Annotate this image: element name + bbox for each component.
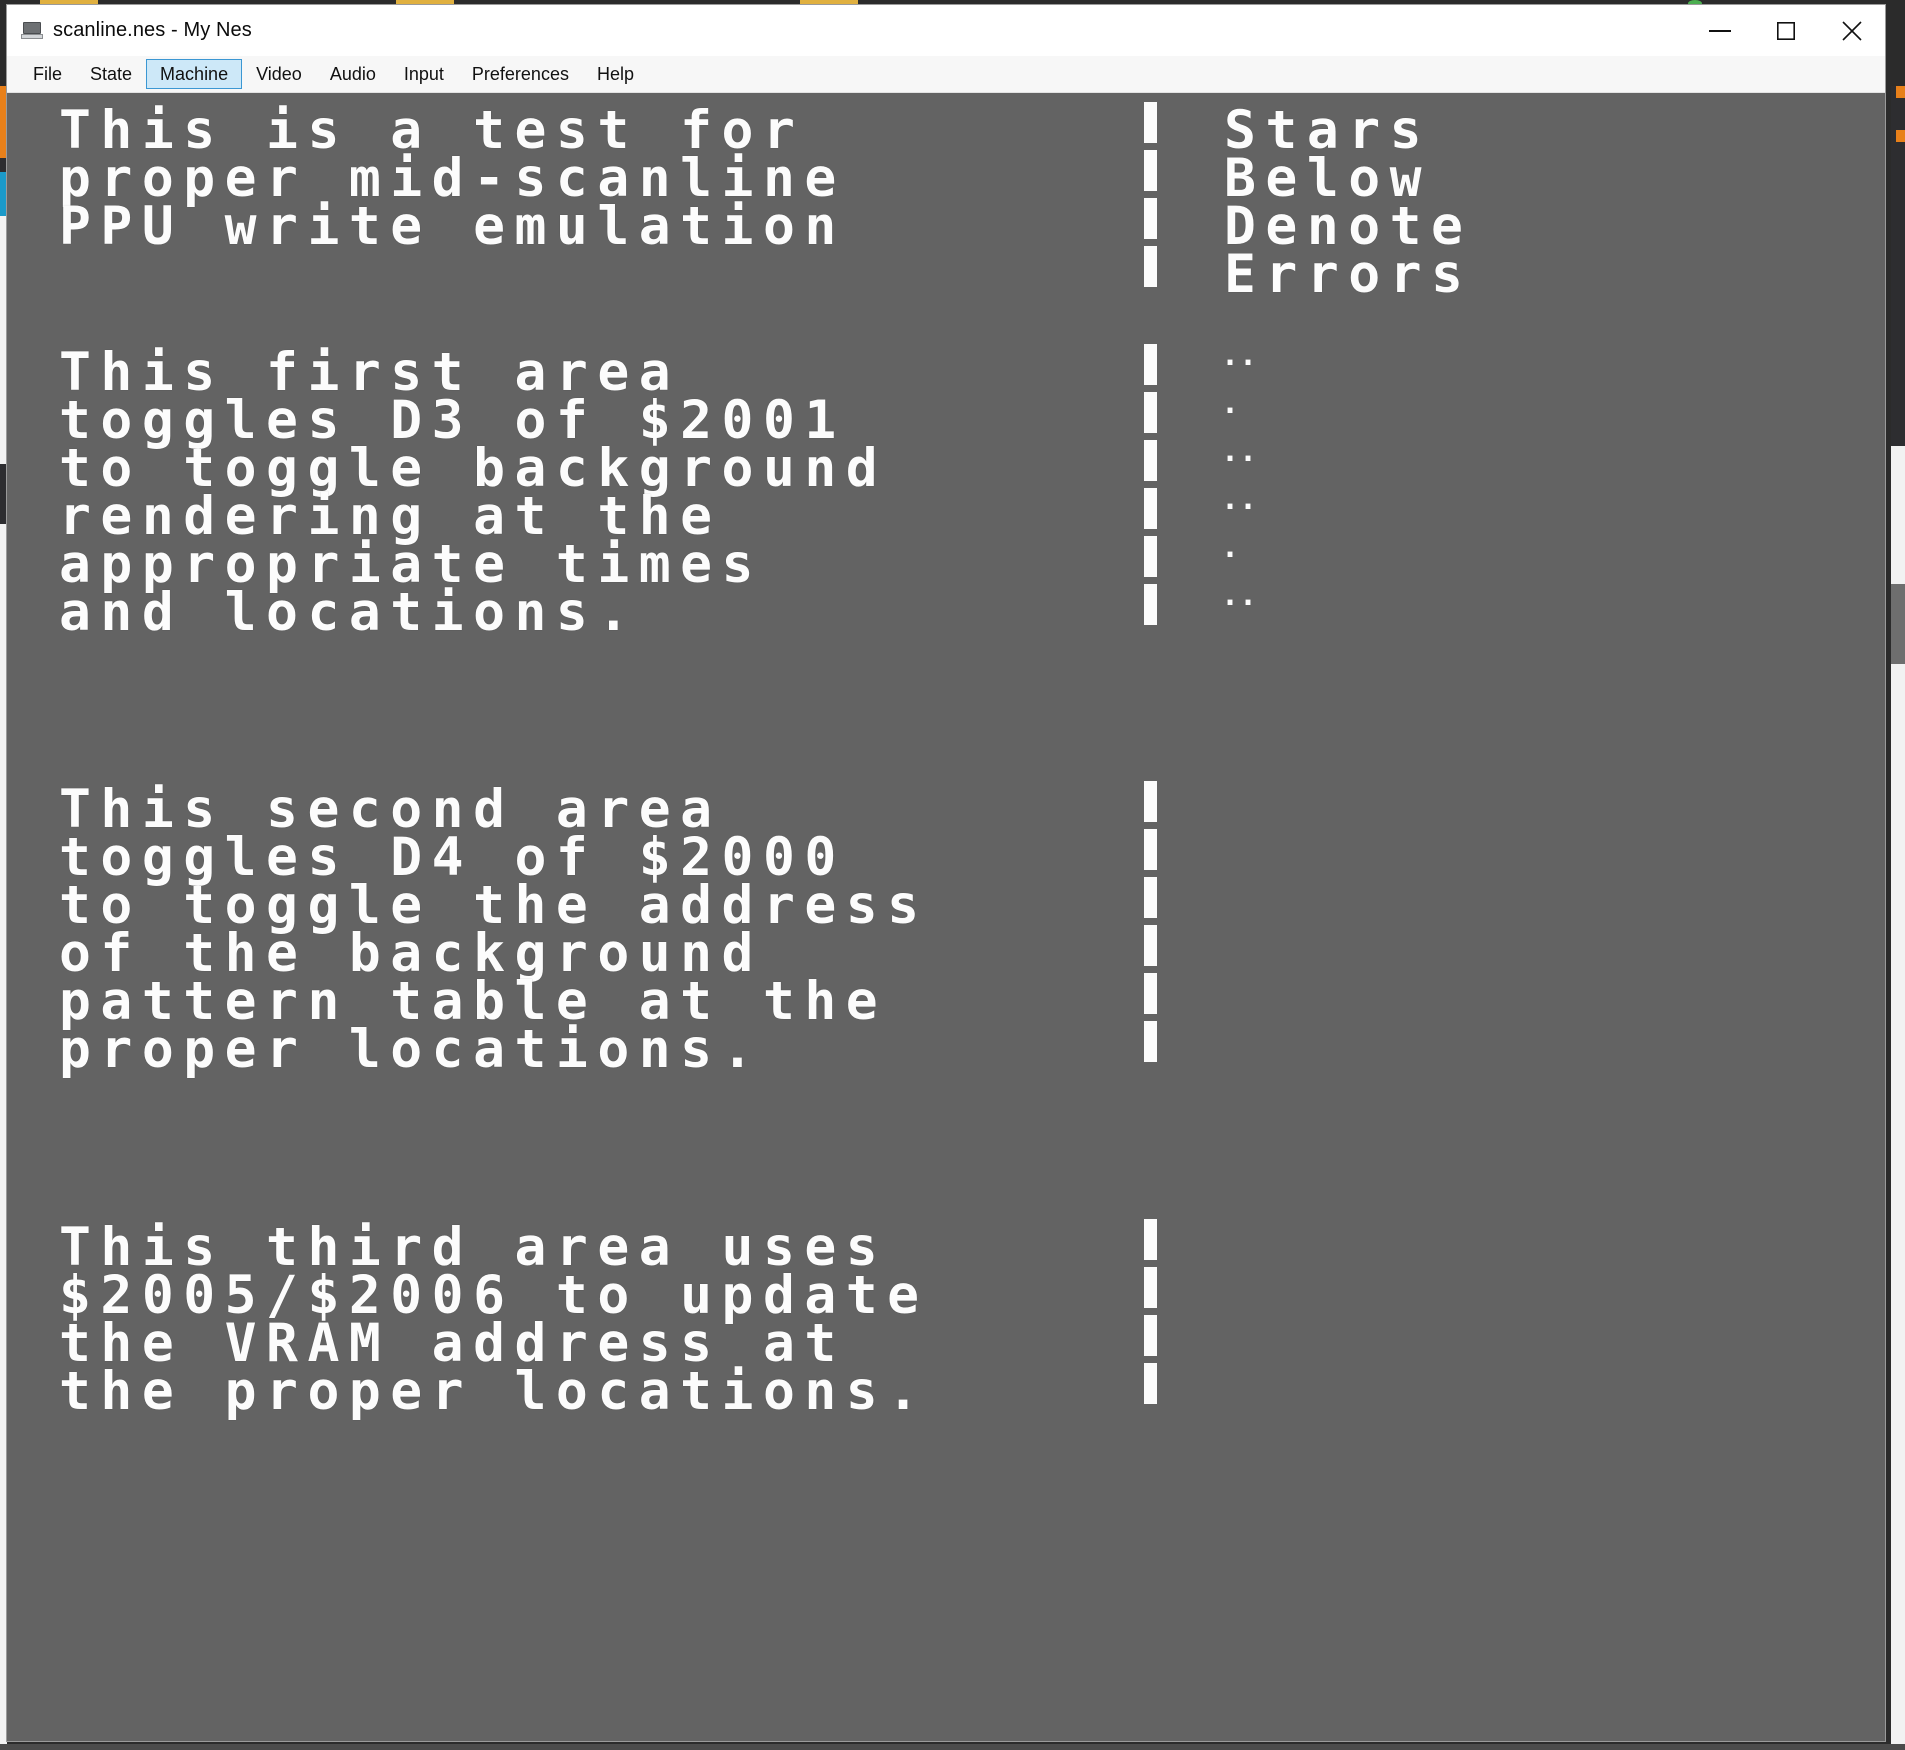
divider-bar-block1-4	[1144, 488, 1157, 529]
bg-window-right-light	[1891, 446, 1905, 584]
minimize-icon	[1709, 29, 1731, 32]
divider-bar-block2-3	[1144, 877, 1157, 918]
menu-item-state[interactable]: State	[76, 59, 146, 89]
menu-item-preferences[interactable]: Preferences	[458, 59, 583, 89]
nes-video-output[interactable]: This is a test for proper mid-scanline P…	[7, 93, 1885, 1741]
block3-line-4: the proper locations.	[59, 1361, 929, 1422]
menu-item-file[interactable]: File	[19, 59, 76, 89]
divider-bar-block3-2	[1144, 1267, 1157, 1308]
divider-bar-block2-4	[1144, 925, 1157, 966]
maximize-icon	[1777, 21, 1795, 40]
close-button[interactable]	[1819, 5, 1885, 56]
divider-bar-block2-2	[1144, 829, 1157, 870]
window-controls	[1687, 5, 1885, 56]
menu-item-audio[interactable]: Audio	[316, 59, 390, 89]
result-mark-6: ··	[1221, 586, 1258, 621]
menu-item-input[interactable]: Input	[390, 59, 458, 89]
minimize-button[interactable]	[1687, 5, 1753, 56]
divider-bar-block2-1	[1144, 781, 1157, 822]
bg-window-right-mid	[1891, 584, 1905, 664]
divider-bar-block2-5	[1144, 973, 1157, 1014]
menu-bar: File State Machine Video Audio Input Pre…	[7, 56, 1885, 93]
block2-line-6: proper locations.	[59, 1019, 763, 1080]
title-bar-left: scanline.nes - My Nes	[7, 19, 252, 42]
result-mark-4: ··	[1221, 490, 1258, 525]
intro-line-3: PPU write emulation	[59, 196, 846, 257]
divider-bar-legend-3	[1144, 198, 1157, 239]
maximize-button[interactable]	[1753, 5, 1819, 56]
divider-bar-block2-6	[1144, 1021, 1157, 1062]
divider-bar-block3-4	[1144, 1363, 1157, 1404]
divider-bar-block1-3	[1144, 440, 1157, 481]
divider-bar-block1-2	[1144, 392, 1157, 433]
bg-window-accent-orange-r1	[1896, 86, 1905, 98]
divider-bar-block1-5	[1144, 536, 1157, 577]
divider-bar-legend-4	[1144, 246, 1157, 287]
menu-item-help[interactable]: Help	[583, 59, 648, 89]
result-mark-3: ··	[1221, 442, 1258, 477]
bg-window-accent-orange-r2	[1896, 130, 1905, 142]
close-icon	[1842, 20, 1862, 41]
divider-bar-block1-1	[1144, 344, 1157, 385]
nes-cartridge-icon	[21, 21, 43, 40]
divider-bar-block3-3	[1144, 1315, 1157, 1356]
result-mark-2: ·	[1221, 394, 1240, 429]
window-title: scanline.nes - My Nes	[53, 19, 252, 41]
menu-item-video[interactable]: Video	[242, 59, 316, 89]
bg-window-right-light2	[1891, 664, 1905, 1750]
divider-bar-block3-1	[1144, 1219, 1157, 1260]
emulator-window: scanline.nes - My Nes File State Machine…	[6, 4, 1886, 1742]
result-mark-1: ··	[1221, 346, 1258, 381]
divider-bar-legend-1	[1144, 102, 1157, 143]
legend-line-4: Errors	[1224, 244, 1473, 305]
bg-window-bottom-edge	[0, 1744, 1905, 1750]
result-mark-5: ·	[1221, 538, 1240, 573]
title-bar[interactable]: scanline.nes - My Nes	[7, 5, 1885, 56]
divider-bar-legend-2	[1144, 150, 1157, 191]
block1-line-6: and locations.	[59, 582, 639, 643]
divider-bar-block1-6	[1144, 584, 1157, 625]
menu-item-machine[interactable]: Machine	[146, 59, 243, 89]
